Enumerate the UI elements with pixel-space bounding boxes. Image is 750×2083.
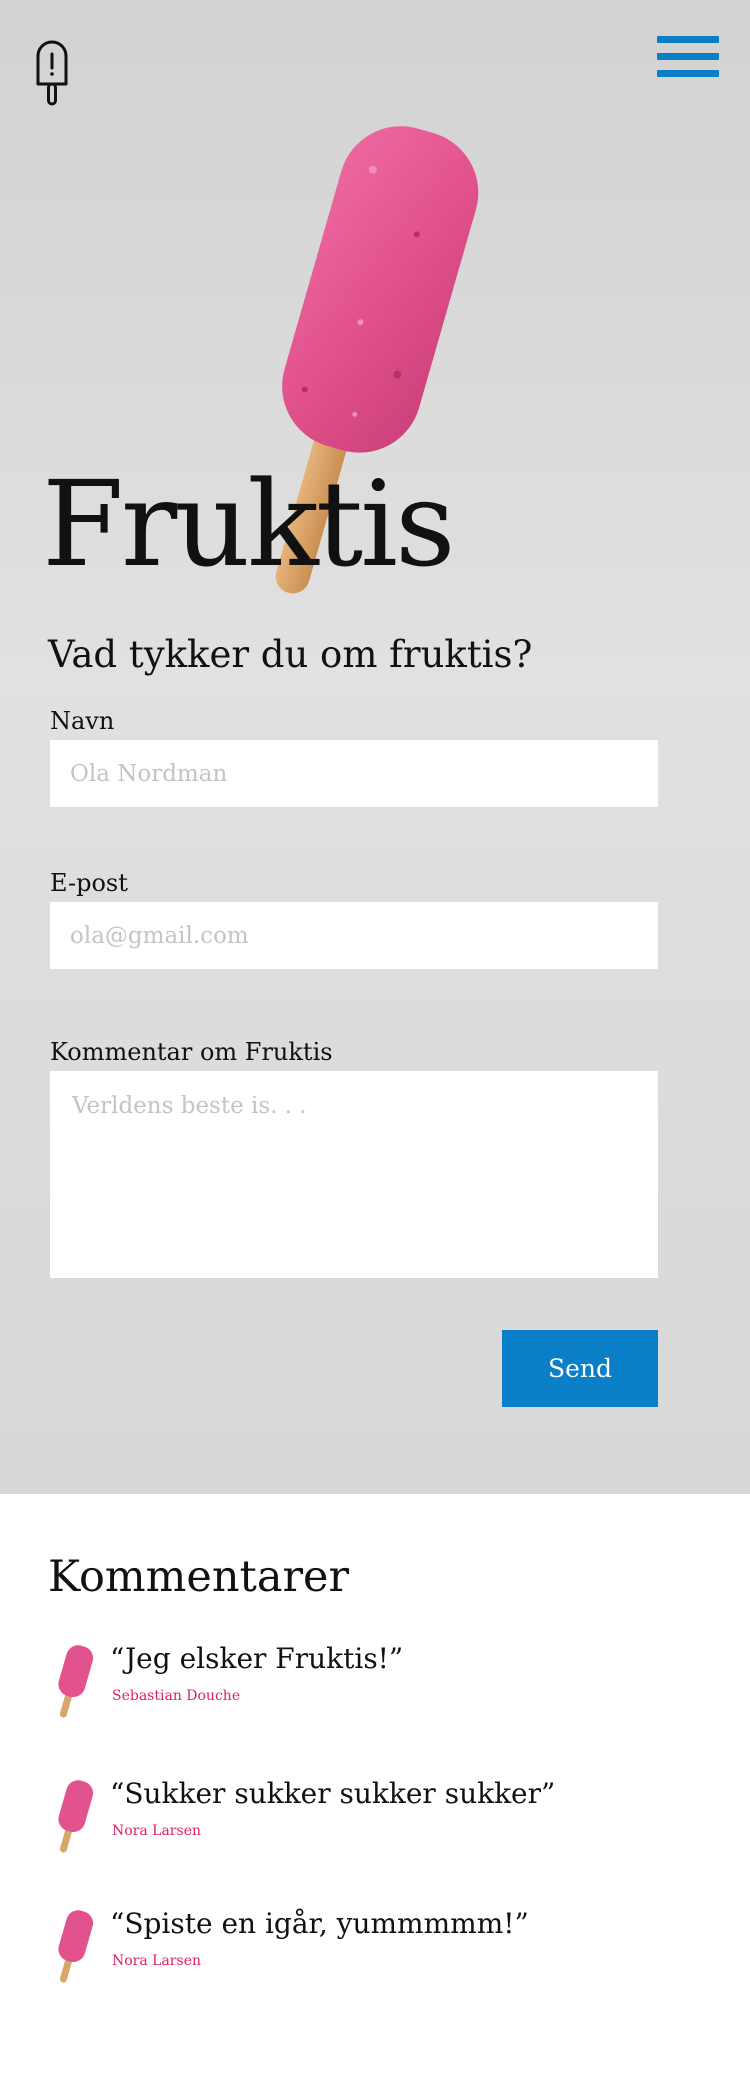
email-label: E-post: [50, 869, 128, 897]
comment-label: Kommentar om Fruktis: [50, 1038, 333, 1066]
popsicle-logo-icon[interactable]: [34, 38, 70, 108]
comment-author: Nora Larsen: [112, 1953, 201, 1969]
comment-author: Nora Larsen: [112, 1823, 201, 1839]
pink-popsicle-icon: [58, 1780, 94, 1853]
comments-heading: Kommentarer: [48, 1552, 350, 1602]
hamburger-menu-icon[interactable]: [657, 36, 719, 80]
comment-quote: “Spiste en igår, yummmmm!”: [110, 1907, 529, 1940]
page-title: Fruktis: [42, 455, 455, 593]
comment-textarea[interactable]: [50, 1071, 658, 1278]
form-heading: Vad tykker du om fruktis?: [48, 633, 533, 676]
comment-quote: “Jeg elsker Fruktis!”: [110, 1642, 404, 1675]
comment-quote: “Sukker sukker sukker sukker”: [110, 1777, 556, 1810]
send-button[interactable]: Send: [502, 1330, 658, 1407]
menu-bar: [657, 53, 719, 60]
name-label: Navn: [50, 707, 115, 735]
pink-popsicle-icon: [58, 1910, 94, 1983]
comment-item: “Spiste en igår, yummmmm!” Nora Larsen: [50, 1908, 690, 1988]
menu-bar: [657, 36, 719, 43]
comment-item: “Jeg elsker Fruktis!” Sebastian Douche: [50, 1643, 690, 1723]
comment-author: Sebastian Douche: [112, 1688, 241, 1704]
hero-section: Fruktis Vad tykker du om fruktis? Navn E…: [0, 0, 750, 1494]
menu-bar: [657, 70, 719, 77]
pink-popsicle-icon: [58, 1645, 94, 1718]
name-input[interactable]: [50, 740, 658, 807]
email-input[interactable]: [50, 902, 658, 969]
comment-item: “Sukker sukker sukker sukker” Nora Larse…: [50, 1778, 690, 1858]
